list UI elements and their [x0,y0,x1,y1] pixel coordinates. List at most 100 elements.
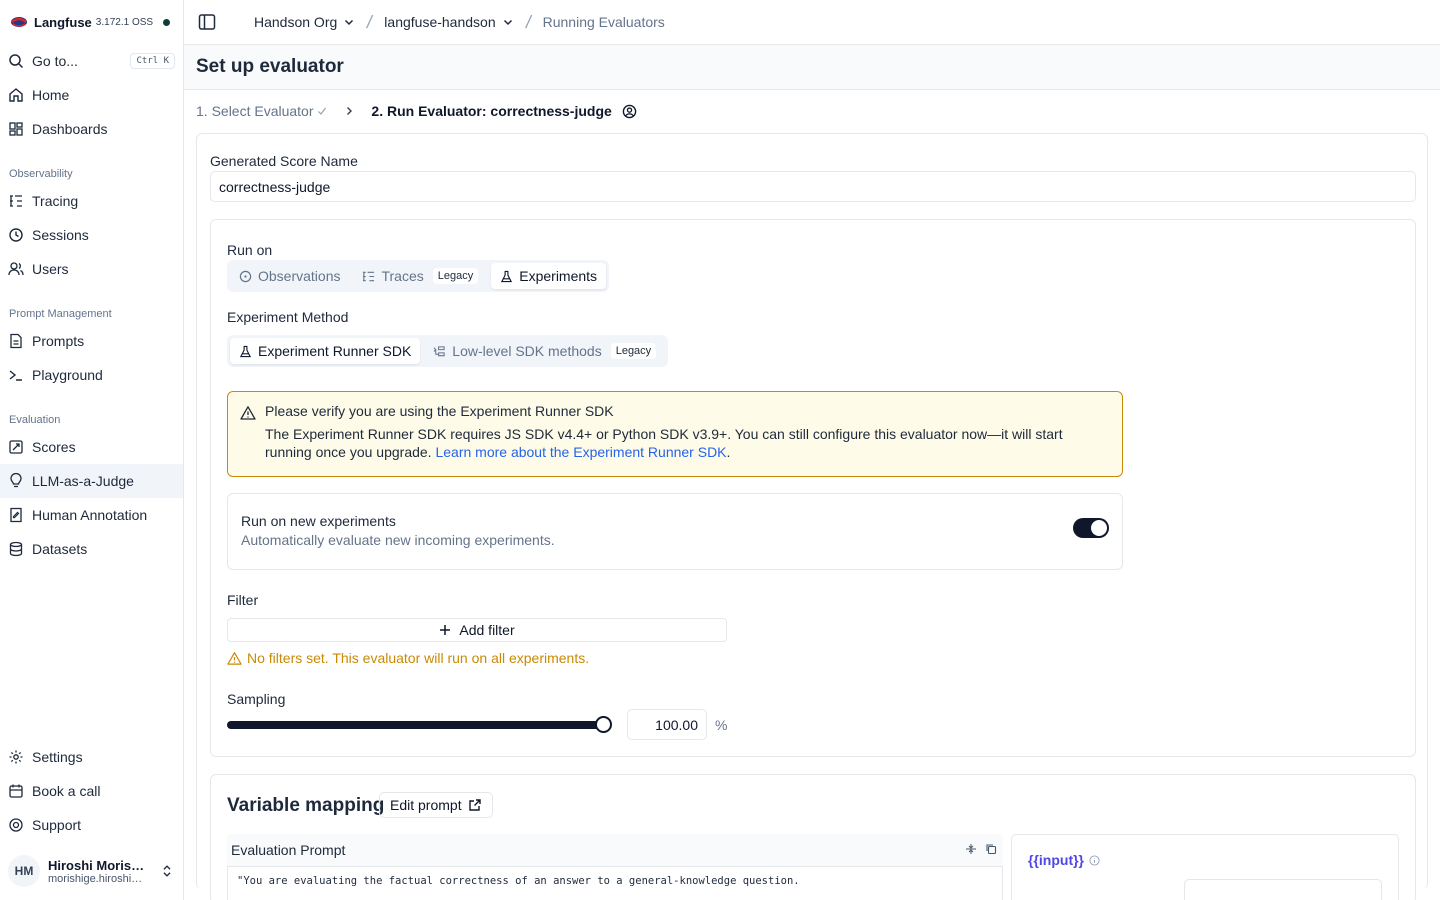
brand-version: 3.172.1 OSS [95,16,154,28]
sampling-slider-thumb[interactable] [595,716,612,733]
sidebar-item-scores[interactable]: Scores [0,430,183,464]
user-menu[interactable]: HM Hiroshi Morishige morishige.hiroshi@e… [0,842,183,900]
tracing-icon [10,195,22,207]
check-icon [318,107,327,115]
shortcut-badge: Ctrl K [130,53,175,69]
method-label: Experiment Method [227,309,349,325]
breadcrumb-page-label: Running Evaluators [542,14,665,30]
method-experiment-runner-sdk[interactable]: Experiment Runner SDK [230,338,421,364]
breadcrumb-page[interactable]: Running Evaluators [543,14,665,30]
lightbulb-icon [10,473,22,488]
run-on-observations[interactable]: Observations [230,263,349,289]
sidebar-item-label: Dashboards [32,121,108,137]
nav-group-title: Prompt Management [9,308,112,320]
run-on-traces[interactable]: Traces Legacy [353,263,487,289]
filter-label: Filter [227,592,259,608]
sidebar-item-book-a-call[interactable]: Book a call [0,774,183,808]
sidebar-item-settings[interactable]: Settings [0,740,183,774]
circle-dot-icon [239,270,252,282]
prompt-code: "You are evaluating the factual correctn… [227,866,1003,900]
chevron-down-icon [503,19,512,26]
sidebar-toggle-icon[interactable] [198,13,216,31]
add-filter-button[interactable]: Add filter [227,618,727,642]
variable-name: {{input}} [1028,852,1100,868]
sidebar-item-datasets[interactable]: Datasets [0,532,183,566]
breadcrumb-separator: / [365,11,375,32]
method-segmented-control: Experiment Runner SDK Low-level SDK meth… [227,335,669,367]
nav-group-title: Observability [9,168,73,180]
run-on-experiments[interactable]: Experiments [491,263,607,289]
brand[interactable]: Langfuse 3.172.1 OSS [0,0,183,44]
sdk-warning-alert: Please verify you are using the Experime… [227,391,1123,477]
sidebar-item-home[interactable]: Home [0,78,183,112]
sidebar-item-prompts[interactable]: Prompts [0,324,183,358]
step-select-evaluator[interactable]: 1. Select Evaluator [196,103,327,119]
variable-name-text: {{input}} [1028,852,1084,868]
sidebar-item-playground[interactable]: Playground [0,358,183,392]
chevrons-up-down-icon [163,865,171,877]
sidebar-item-label: LLM-as-a-Judge [32,473,134,489]
sampling-slider-track[interactable] [227,721,603,729]
run-on-new-experiments-toggle[interactable] [1073,518,1109,538]
sidebar-item-support[interactable]: Support [0,808,183,842]
warning-triangle-icon [227,651,242,665]
sidebar-item-sessions[interactable]: Sessions [0,218,183,252]
score-name-input[interactable]: correctness-judge [210,171,1416,202]
learn-more-link[interactable]: Learn more about the Experiment Runner S… [435,444,726,460]
toggle-knob [1091,520,1107,536]
info-icon[interactable] [1089,854,1100,866]
evaluation-prompt-panel: Evaluation Prompt "You are evaluating th… [227,834,1003,900]
run-on-segmented-control: Observations Traces Legacy Experiments [227,260,610,292]
goto-search[interactable]: Go to... Ctrl K [0,44,183,78]
sidebar-item-dashboards[interactable]: Dashboards [0,112,183,146]
sidebar-item-label: Users [32,261,69,277]
score-name-label: Generated Score Name [210,153,358,169]
sidebar: Langfuse 3.172.1 OSS Go to... Ctrl K Hom… [0,0,184,900]
toggle-description: Automatically evaluate new incoming expe… [241,532,555,548]
sidebar-item-users[interactable]: Users [0,252,183,286]
page-header: Set up evaluator [184,45,1440,90]
sidebar-item-label: Scores [32,439,76,455]
filter-warning-text: No filters set. This evaluator will run … [247,650,590,666]
legacy-badge: Legacy [432,268,479,284]
sidebar-item-label: Support [32,817,82,833]
option-label: Experiment Runner SDK [258,343,412,359]
alert-body: The Experiment Runner SDK requires JS SD… [265,425,1105,461]
variable-mapping-title: Variable mapping [227,795,385,816]
breadcrumb-project[interactable]: langfuse-handson [384,14,513,30]
dashboard-icon [9,122,23,136]
sidebar-item-human-annotation[interactable]: Human Annotation [0,498,183,532]
terminal-icon [9,370,22,381]
variable-object-select[interactable] [1184,879,1382,900]
sampling-input[interactable]: 100.00 [627,709,707,740]
method-low-level-sdk[interactable]: Low-level SDK methods Legacy [424,338,665,364]
user-name: Hiroshi Morishige [48,857,152,873]
topbar: Handson Org / langfuse-handson / Running… [184,0,1440,45]
status-dot [163,18,171,26]
flask-icon [501,270,513,282]
goto-label: Go to... [32,53,78,69]
sampling-label: Sampling [227,691,286,707]
user-info: Hiroshi Morishige morishige.hiroshi@exam… [48,858,152,885]
option-label: Traces [381,268,424,284]
sidebar-item-tracing[interactable]: Tracing [0,184,183,218]
home-icon [9,88,23,102]
plus-icon [440,625,451,635]
variable-mapping-card: Variable mapping Edit prompt Evaluation … [210,774,1416,900]
user-email: morishige.hiroshi@example.com [48,872,152,885]
variable-input-panel: {{input}} [1011,834,1399,900]
sidebar-item-label: Tracing [32,193,79,209]
breadcrumb-org[interactable]: Handson Org [254,14,355,30]
external-link-icon [468,799,481,811]
collapse-icon[interactable] [965,843,977,855]
breadcrumb-project-label: langfuse-handson [384,14,496,30]
sidebar-item-llm-as-a-judge[interactable]: LLM-as-a-Judge [0,464,183,498]
calendar-icon [9,784,23,798]
sidebar-item-label: Home [32,87,70,103]
user-circle-icon[interactable] [622,104,637,119]
warning-triangle-icon [240,406,256,420]
copy-icon[interactable] [985,843,997,855]
users-icon [8,262,24,276]
add-filter-label: Add filter [459,622,515,638]
edit-prompt-button[interactable]: Edit prompt [379,792,493,818]
